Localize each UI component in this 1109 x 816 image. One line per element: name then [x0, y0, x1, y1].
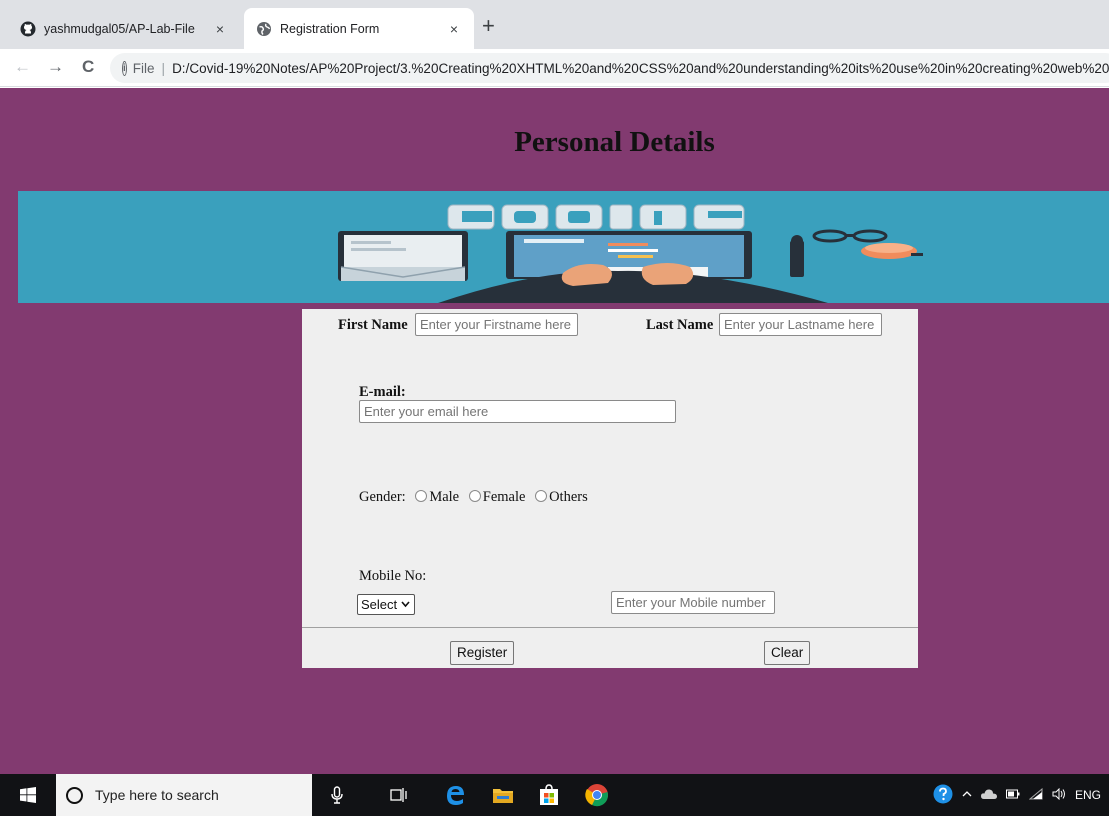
file-explorer-icon[interactable]	[485, 774, 521, 816]
volume-icon[interactable]	[1052, 787, 1066, 803]
last-name-label: Last Name	[646, 317, 714, 333]
gender-group: Gender: Male Female Others	[359, 489, 588, 506]
page-body: Personal Details First Name Enter your F…	[0, 88, 1109, 774]
last-name-input[interactable]	[719, 313, 882, 336]
microphone-icon[interactable]	[322, 774, 352, 816]
github-icon	[20, 21, 36, 37]
mobile-input[interactable]	[611, 591, 775, 614]
address-bar[interactable]: i File | D:/Covid-19%20Notes/AP%20Projec…	[110, 53, 1109, 83]
registration-form: First Name Last Name E-mail: Gender: Mal…	[302, 309, 918, 668]
country-code-value: Select	[361, 597, 398, 612]
scheme-label: File	[132, 60, 155, 76]
taskbar-search-placeholder: Type here to search	[95, 787, 219, 803]
browser-toolbar: ← → C i File | D:/Covid-19%20Notes/AP%20…	[0, 49, 1109, 87]
close-tab-icon[interactable]: ×	[446, 21, 462, 37]
help-icon[interactable]	[933, 784, 953, 807]
forward-arrow-icon[interactable]: →	[47, 57, 64, 77]
battery-icon[interactable]	[1005, 788, 1020, 802]
windows-taskbar: Type here to search ENG	[0, 774, 1109, 816]
country-code-select[interactable]: Select	[357, 594, 415, 615]
gender-others-radio[interactable]	[535, 490, 548, 502]
page-title: Personal Details	[514, 126, 715, 158]
chevron-down-icon	[401, 595, 410, 621]
gender-others-label: Others	[549, 489, 588, 505]
task-view-icon[interactable]	[382, 774, 416, 816]
form-divider	[302, 627, 918, 628]
first-name-input[interactable]	[415, 313, 578, 336]
close-tab-icon[interactable]: ×	[212, 21, 228, 37]
first-name-label: First Name	[338, 317, 408, 333]
url-text: D:/Covid-19%20Notes/AP%20Project/3.%20Cr…	[172, 60, 1109, 76]
info-icon[interactable]: i	[122, 60, 127, 76]
gender-label: Gender:	[359, 489, 406, 505]
gender-male-radio[interactable]	[415, 490, 428, 502]
globe-icon	[256, 21, 272, 37]
register-button[interactable]: Register	[450, 641, 515, 665]
address-separator: |	[161, 60, 166, 76]
mobile-label: Mobile No:	[359, 568, 427, 584]
cloud-icon[interactable]	[980, 788, 997, 803]
back-arrow-icon[interactable]: ←	[14, 57, 31, 77]
chevron-up-icon[interactable]	[962, 788, 972, 802]
system-tray: ENG	[933, 774, 1109, 816]
reload-icon[interactable]: C	[82, 57, 94, 77]
banner-image	[18, 191, 1109, 303]
email-label: E-mail:	[359, 384, 406, 400]
cortana-icon	[66, 786, 83, 804]
language-indicator[interactable]: ENG	[1075, 788, 1101, 802]
windows-start-icon[interactable]	[10, 774, 46, 816]
browser-tab-bar: yashmudgal05/AP-Lab-File × Registration …	[0, 0, 1109, 49]
microsoft-store-icon[interactable]	[531, 774, 567, 816]
tab-title: yashmudgal05/AP-Lab-File	[44, 21, 195, 36]
email-input[interactable]	[359, 400, 676, 423]
tab-github[interactable]: yashmudgal05/AP-Lab-File ×	[8, 8, 240, 49]
new-tab-button[interactable]: +	[482, 14, 495, 38]
tab-title: Registration Form	[280, 21, 380, 36]
edge-browser-icon[interactable]	[437, 774, 473, 816]
tab-registration-form[interactable]: Registration Form ×	[244, 8, 474, 49]
gender-female-label: Female	[482, 489, 526, 505]
gender-female-radio[interactable]	[468, 490, 481, 502]
taskbar-search-box[interactable]: Type here to search	[56, 774, 312, 816]
clear-button[interactable]: Clear	[764, 641, 811, 665]
gender-male-label: Male	[429, 489, 460, 505]
chrome-icon[interactable]	[578, 774, 616, 816]
wifi-icon[interactable]	[1028, 787, 1043, 803]
